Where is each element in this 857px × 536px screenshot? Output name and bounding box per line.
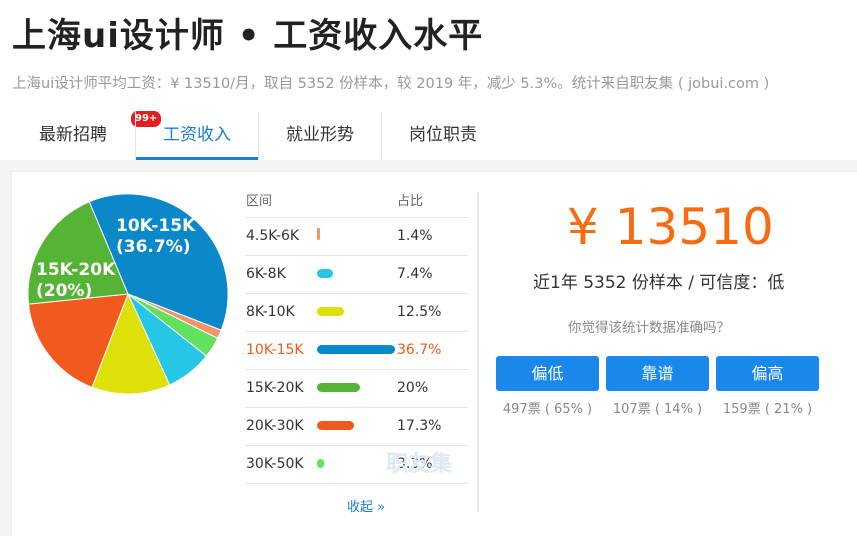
table-row: 15K-20K 20% [246,369,468,407]
range-label: 10K-15K [246,342,304,358]
tab-employment-trend[interactable]: 就业形势 [259,112,381,159]
tab-label: 工资收入 [163,125,231,145]
pct-label: 20% [397,380,429,396]
pct-label: 12.5% [397,304,442,320]
vote-too-high-count: 159票 ( 21% ) [722,402,813,417]
table-bottom-rule [246,483,468,484]
distribution-bar [317,421,354,430]
tab-job-duties[interactable]: 岗位职责 [382,112,504,159]
table-row: 8K-10K 12.5% [246,293,468,331]
average-salary: ¥ 13510 [567,198,774,256]
distribution-bar [317,307,344,316]
range-label: 6K-8K [246,266,286,282]
range-label: 30K-50K [246,456,304,472]
vote-too-low-count: 497票 ( 65% ) [502,402,593,417]
pie-label-range: 10K-15K [116,216,196,236]
collapse-link[interactable]: 收起 » [347,496,385,515]
pie-label-range: 15K-20K [36,260,116,280]
pct-label: 17.3% [397,418,442,434]
pct-label: 36.7% [397,342,442,358]
tab-label: 岗位职责 [409,125,477,145]
column-header-range: 区间 [246,194,273,209]
accuracy-question: 你觉得该统计数据准确吗？ [568,320,730,336]
salary-summary: 上海ui设计师平均工资：¥ 13510/月，取自 5352 份样本，较 2019… [12,76,770,92]
range-label: 8K-10K [246,304,295,320]
range-label: 20K-30K [246,418,304,434]
vote-too-high-button[interactable]: 偏高 [716,356,819,391]
tab-label: 最新招聘 [39,125,107,145]
sample-info: 近1年 5352 份样本 / 可信度：低 [533,273,785,293]
pie-label-pct: (36.7%) [116,237,191,257]
watermark: 职友集 [386,452,453,477]
table-row: 4.5K-6K 1.4% [246,217,468,255]
panel-divider [477,192,479,512]
tab-salary-income[interactable]: 工资收入 [136,112,258,160]
table-row: 20K-30K 17.3% [246,407,468,445]
range-label: 4.5K-6K [246,228,300,244]
distribution-bar [317,269,333,278]
tab-label: 就业形势 [286,125,354,145]
vote-accurate-count: 107票 ( 14% ) [612,402,703,417]
distribution-bar [317,345,395,354]
tab-latest-jobs[interactable]: 最新招聘 99+ [24,110,163,159]
pie-label-15k-20k: 15K-20K (20%) [36,260,115,302]
vote-too-low-button[interactable]: 偏低 [496,356,599,391]
vote-accurate-button[interactable]: 靠谱 [606,356,709,391]
column-header-pct: 占比 [397,194,424,209]
tab-bar: 最新招聘 99+ 工资收入 就业形势 岗位职责 [0,110,857,161]
table-row: 6K-8K 7.4% [246,255,468,293]
distribution-bar [317,228,320,240]
pie-label-pct: (20%) [36,281,93,301]
pct-label: 1.4% [397,228,433,244]
pie-label-10k-15k: 10K-15K (36.7%) [116,216,195,258]
range-label: 15K-20K [246,380,304,396]
pct-label: 7.4% [397,266,433,282]
page-title: 上海ui设计师 • 工资收入水平 [12,16,484,56]
distribution-bar [317,383,360,392]
distribution-bar [317,459,324,468]
table-row: 10K-15K 36.7% [246,331,468,369]
